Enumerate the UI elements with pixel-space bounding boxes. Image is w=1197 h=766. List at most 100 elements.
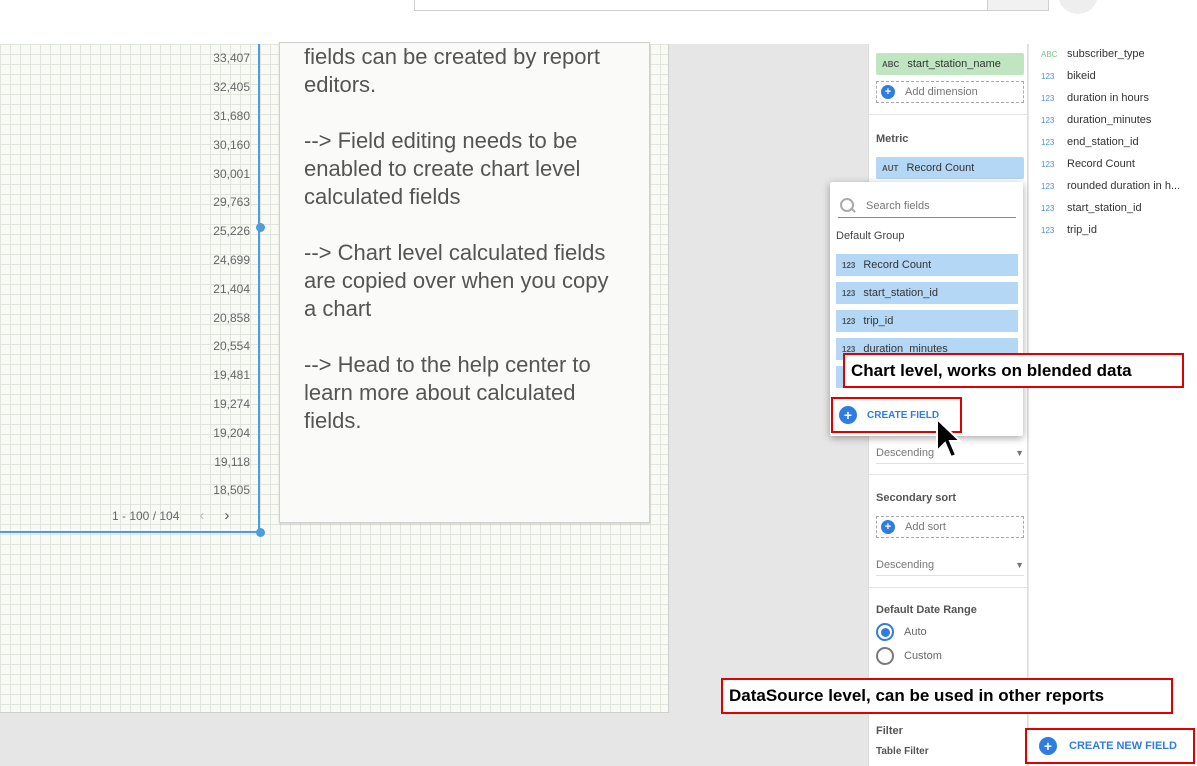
- chevron-left-icon[interactable]: ‹: [199, 507, 204, 524]
- field-list-item[interactable]: 123 bikeid: [1041, 70, 1096, 82]
- report-canvas: 33,407 32,405 31,680 30,160 30,001 29,763 25,2…: [0, 42, 669, 713]
- dimension-label: start_station_name: [907, 58, 1001, 70]
- radio-unselected-icon: [876, 647, 894, 665]
- field-label: subscriber_type: [1067, 48, 1145, 60]
- number-type-icon: 123: [1041, 115, 1055, 125]
- dropdown-arrow-icon: ▼: [1015, 447, 1024, 458]
- top-toolbar: [0, 0, 1197, 44]
- table-cell-value: 29,763: [213, 195, 250, 210]
- table-cell-value: 24,699: [213, 252, 250, 267]
- plus-icon: +: [881, 520, 895, 534]
- search-icon: [838, 196, 858, 216]
- field-label: rounded duration in h...: [1067, 180, 1181, 192]
- field-list-item[interactable]: 123 Record Count: [1041, 158, 1135, 170]
- field-list-item[interactable]: ABC subscriber_type: [1041, 48, 1145, 60]
- secondary-sort-value: Descending: [876, 558, 935, 571]
- secondary-sort-dropdown[interactable]: Descending ▼: [876, 554, 1024, 576]
- popup-field-item[interactable]: 123 Record Count: [836, 254, 1018, 276]
- text-type-icon: ABC: [1041, 49, 1058, 59]
- table-cell-value: 25,226: [213, 224, 250, 239]
- number-type-icon: 123: [1041, 137, 1055, 147]
- field-list-item[interactable]: 123 trip_id: [1041, 224, 1097, 236]
- popup-field-item[interactable]: 123 trip_id: [836, 310, 1018, 332]
- field-list-item[interactable]: 123 rounded duration in h...: [1041, 180, 1180, 192]
- text-paragraph: fields can be created by report editors.: [304, 44, 600, 97]
- number-type-icon: 123: [842, 316, 856, 326]
- plus-icon: +: [839, 406, 857, 424]
- number-type-icon: 123: [1041, 93, 1055, 103]
- add-dimension-button[interactable]: + Add dimension: [876, 81, 1024, 103]
- table-cell-value: 32,405: [213, 80, 250, 95]
- add-sort-label: Add sort: [905, 521, 946, 533]
- toolbar-input[interactable]: [414, 0, 988, 11]
- pagination-label: 1 - 100 / 104: [112, 508, 180, 523]
- text-box[interactable]: fields can be created by report editors.…: [279, 42, 650, 523]
- create-field-label: CREATE FIELD: [867, 409, 940, 421]
- field-label: start_station_id: [1067, 202, 1142, 214]
- mouse-cursor-icon: [936, 417, 963, 459]
- sort-order-value: Descending: [876, 446, 935, 459]
- field-list-item[interactable]: 123 start_station_id: [1041, 202, 1142, 214]
- divider: [869, 474, 1029, 475]
- search-input[interactable]: [866, 199, 1006, 212]
- field-label: trip_id: [1067, 224, 1097, 236]
- number-type-icon: 123: [1041, 71, 1055, 81]
- divider: [869, 114, 1029, 115]
- text-paragraph: --> Field editing needs to be enabled to…: [304, 128, 581, 209]
- plus-icon: +: [881, 85, 895, 99]
- table-cell-value: 19,274: [213, 396, 250, 411]
- table-cell-value: 30,160: [213, 137, 250, 152]
- table-chart[interactable]: 33,407 32,405 31,680 30,160 30,001 29,763 25,2…: [0, 44, 260, 533]
- dropdown-arrow-icon: ▼: [1015, 559, 1024, 570]
- number-type-icon: 123: [1041, 181, 1055, 191]
- search-fields-bar: [838, 194, 1016, 218]
- chart-level-annotation: Chart level, works on blended data: [843, 353, 1184, 388]
- resize-handle-right[interactable]: [256, 223, 265, 232]
- number-type-icon: 123: [1041, 203, 1055, 213]
- resize-handle-corner[interactable]: [256, 528, 265, 537]
- number-type-icon: 123: [842, 260, 856, 270]
- add-sort-button[interactable]: + Add sort: [876, 516, 1024, 538]
- radio-label: Custom: [904, 650, 942, 662]
- number-type-icon: 123: [1041, 225, 1055, 235]
- text-type-icon: ABC: [882, 59, 900, 69]
- avatar[interactable]: [1058, 0, 1098, 14]
- table-pagination: 1 - 100 / 104 ‹ ›: [112, 507, 229, 524]
- date-range-title: Default Date Range: [876, 604, 977, 616]
- table-cell-value: 20,858: [213, 310, 250, 325]
- radio-selected-icon: [876, 623, 894, 641]
- table-cell-value: 21,404: [213, 281, 250, 296]
- table-cell-value: 19,204: [213, 425, 250, 440]
- secondary-sort-title: Secondary sort: [876, 492, 957, 504]
- table-value-column: 33,407 32,405 31,680 30,160 30,001 29,763 25,2…: [180, 44, 250, 505]
- table-cell-value: 19,118: [214, 454, 250, 469]
- create-new-field-label: CREATE NEW FIELD: [1069, 740, 1177, 752]
- available-fields-list: ABC subscriber_type 123 bikeid 123 duration i…: [1029, 44, 1197, 766]
- metric-label: Record Count: [906, 162, 975, 174]
- popup-field-item[interactable]: 123 start_station_id: [836, 282, 1018, 304]
- divider: [869, 587, 1029, 588]
- field-label: duration_minutes: [1067, 114, 1152, 126]
- text-paragraph: --> Chart level calculated fields are co…: [304, 240, 609, 321]
- date-range-auto[interactable]: Auto: [876, 623, 927, 641]
- date-range-custom[interactable]: Custom: [876, 647, 942, 665]
- number-type-icon: 123: [1041, 159, 1055, 169]
- field-list-item[interactable]: 123 duration in hours: [1041, 92, 1149, 104]
- field-label: bikeid: [1067, 70, 1096, 82]
- table-cell-value: 31,680: [213, 108, 250, 123]
- text-paragraph: --> Head to the help center to learn mor…: [304, 352, 591, 433]
- field-label: Record Count: [1067, 158, 1135, 170]
- field-group-title: Default Group: [836, 230, 905, 242]
- chevron-right-icon[interactable]: ›: [224, 507, 229, 524]
- aggregation-icon: AUT: [882, 163, 899, 173]
- create-new-field-button[interactable]: + CREATE NEW FIELD: [1025, 728, 1195, 764]
- metric-chip[interactable]: AUT Record Count: [876, 157, 1024, 179]
- field-list-item[interactable]: 123 end_station_id: [1041, 136, 1139, 148]
- field-list-item[interactable]: 123 duration_minutes: [1041, 114, 1151, 126]
- field-label: duration in hours: [1067, 92, 1149, 104]
- radio-label: Auto: [904, 626, 927, 638]
- table-cell-value: 18,505: [213, 483, 250, 498]
- table-cell-value: 30,001: [213, 166, 250, 181]
- toolbar-button[interactable]: [987, 0, 1049, 11]
- dimension-chip[interactable]: ABC start_station_name: [876, 53, 1024, 75]
